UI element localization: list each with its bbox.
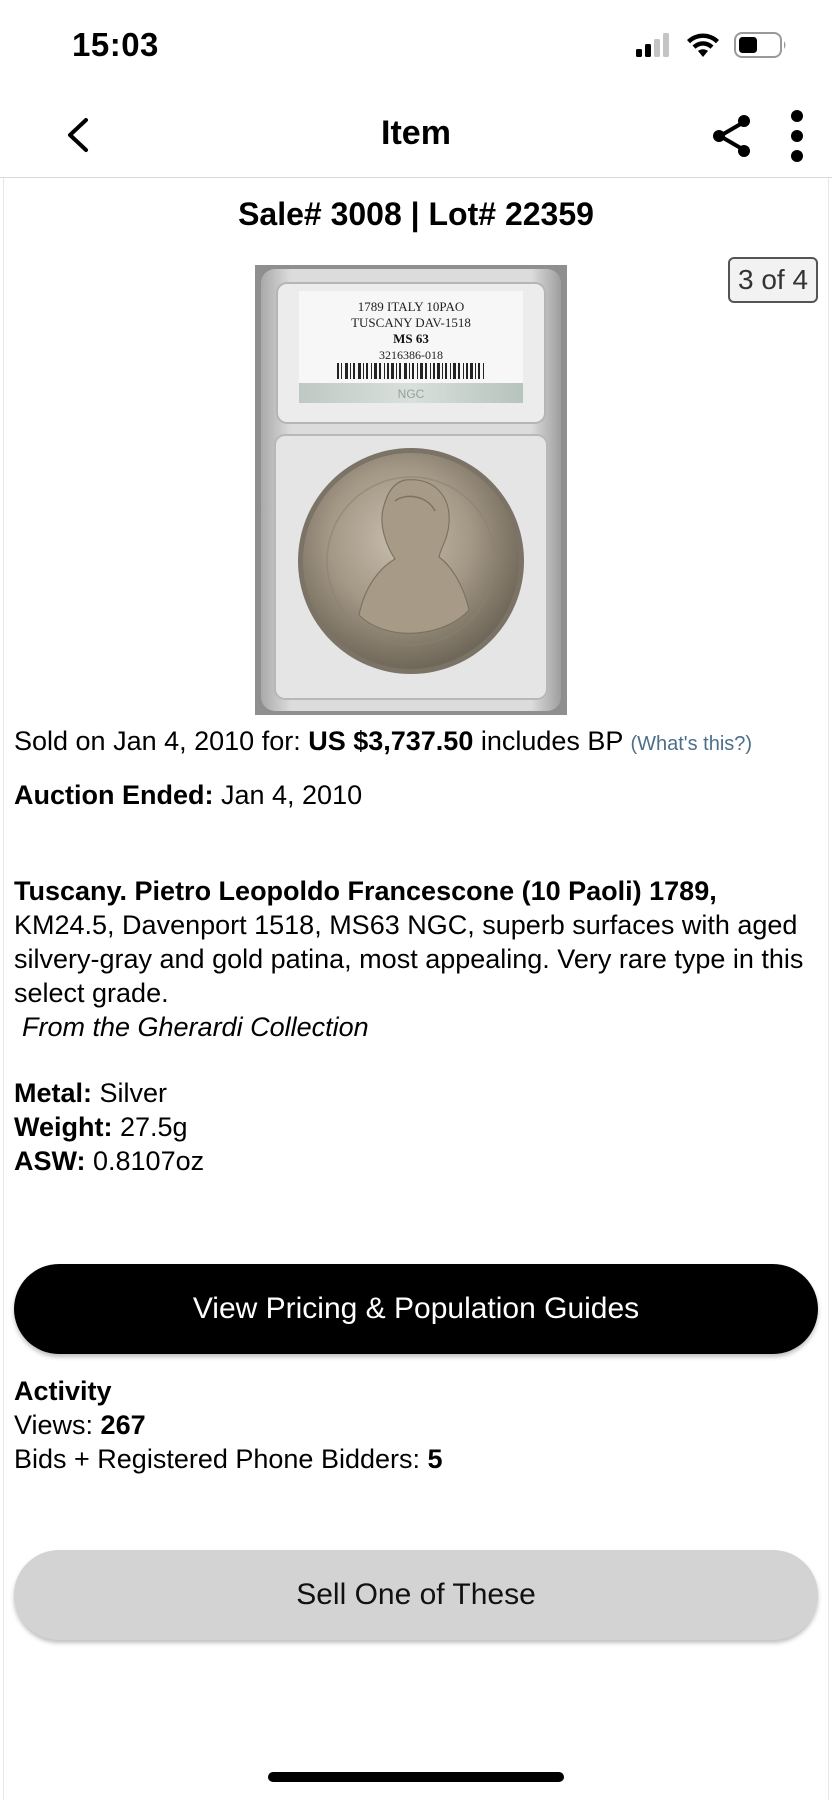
sold-prefix: Sold on Jan 4, 2010 for: — [14, 726, 309, 756]
coin-image[interactable]: 1789 ITALY 10PAO TUSCANY DAV-1518 MS 63 … — [255, 265, 567, 715]
views-line: Views: 267 — [14, 1408, 443, 1442]
slab-label-grade: MS 63 — [393, 331, 429, 346]
slab-label-line1: 1789 ITALY 10PAO — [358, 299, 464, 314]
sell-one-button[interactable]: Sell One of These — [14, 1550, 818, 1640]
cellular-signal-icon — [636, 33, 669, 57]
sold-suffix: includes BP — [473, 726, 631, 756]
auction-ended-line: Auction Ended: Jan 4, 2010 — [14, 780, 362, 811]
image-counter: 3 of 4 — [728, 257, 818, 303]
activity-heading: Activity — [14, 1376, 112, 1406]
spec-asw: ASW: 0.8107oz — [14, 1144, 204, 1178]
status-icons — [636, 30, 788, 60]
more-vertical-icon — [791, 110, 803, 162]
sale-lot-title: Sale# 3008 | Lot# 22359 — [238, 196, 594, 232]
auction-ended-value: Jan 4, 2010 — [213, 780, 363, 810]
status-time: 15:03 — [72, 26, 159, 63]
share-button[interactable] — [708, 112, 756, 160]
status-bar: 15:03 — [0, 0, 832, 92]
views-label: Views: — [14, 1410, 101, 1440]
spec-metal: Metal: Silver — [14, 1076, 204, 1110]
description-lead: Tuscany. Pietro Leopoldo Francescone (10… — [14, 876, 717, 906]
spec-metal-value: Silver — [92, 1078, 168, 1108]
view-pricing-button[interactable]: View Pricing & Population Guides — [14, 1264, 818, 1354]
bids-label: Bids + Registered Phone Bidders: — [14, 1444, 428, 1474]
coin-slab-graphic: 1789 ITALY 10PAO TUSCANY DAV-1518 MS 63 … — [255, 265, 567, 715]
battery-icon — [734, 32, 786, 58]
home-indicator — [268, 1772, 564, 1782]
lot-description: Tuscany. Pietro Leopoldo Francescone (10… — [14, 874, 814, 1044]
coin-specs: Metal: Silver Weight: 27.5g ASW: 0.8107o… — [14, 1076, 204, 1178]
share-icon — [713, 115, 750, 157]
spec-metal-label: Metal: — [14, 1078, 93, 1108]
nav-bar: Item — [0, 92, 832, 178]
provenance: From the Gherardi Collection — [22, 1012, 369, 1042]
whats-this-link[interactable]: (What's this?) — [630, 733, 752, 755]
description-body: KM24.5, Davenport 1518, MS63 NGC, superb… — [14, 910, 804, 1008]
spec-weight-label: Weight: — [14, 1112, 113, 1142]
slab-label-cert: 3216386-018 — [379, 348, 443, 362]
bids-line: Bids + Registered Phone Bidders: 5 — [14, 1442, 443, 1476]
sold-price-line: Sold on Jan 4, 2010 for: US $3,737.50 in… — [14, 726, 752, 757]
slab-label-line2: TUSCANY DAV-1518 — [351, 315, 471, 330]
sold-price: US $3,737.50 — [308, 726, 474, 756]
bids-count: 5 — [427, 1444, 443, 1474]
auction-ended-label: Auction Ended: — [14, 780, 214, 810]
activity-section: Activity Views: 267 Bids + Registered Ph… — [14, 1374, 443, 1476]
views-count: 267 — [100, 1410, 146, 1440]
more-options-button[interactable] — [782, 108, 812, 164]
slab-label-grader: NGC — [398, 387, 425, 401]
spec-asw-label: ASW: — [14, 1146, 86, 1176]
spec-weight-value: 27.5g — [112, 1112, 188, 1142]
spec-weight: Weight: 27.5g — [14, 1110, 204, 1144]
spec-asw-value: 0.8107oz — [85, 1146, 205, 1176]
wifi-icon — [687, 33, 719, 57]
